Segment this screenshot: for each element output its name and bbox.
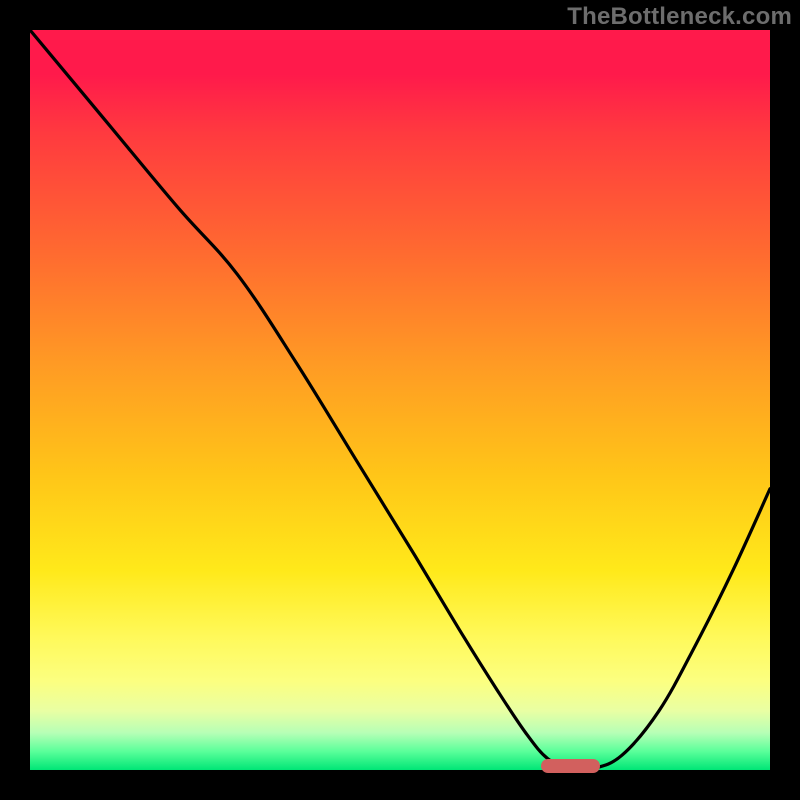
bottleneck-curve (30, 30, 770, 770)
plot-area (30, 30, 770, 770)
watermark-text: TheBottleneck.com (567, 3, 792, 31)
optimal-range-marker (541, 759, 600, 773)
curve-svg (30, 30, 770, 770)
outer-frame: TheBottleneck.com (0, 0, 800, 800)
